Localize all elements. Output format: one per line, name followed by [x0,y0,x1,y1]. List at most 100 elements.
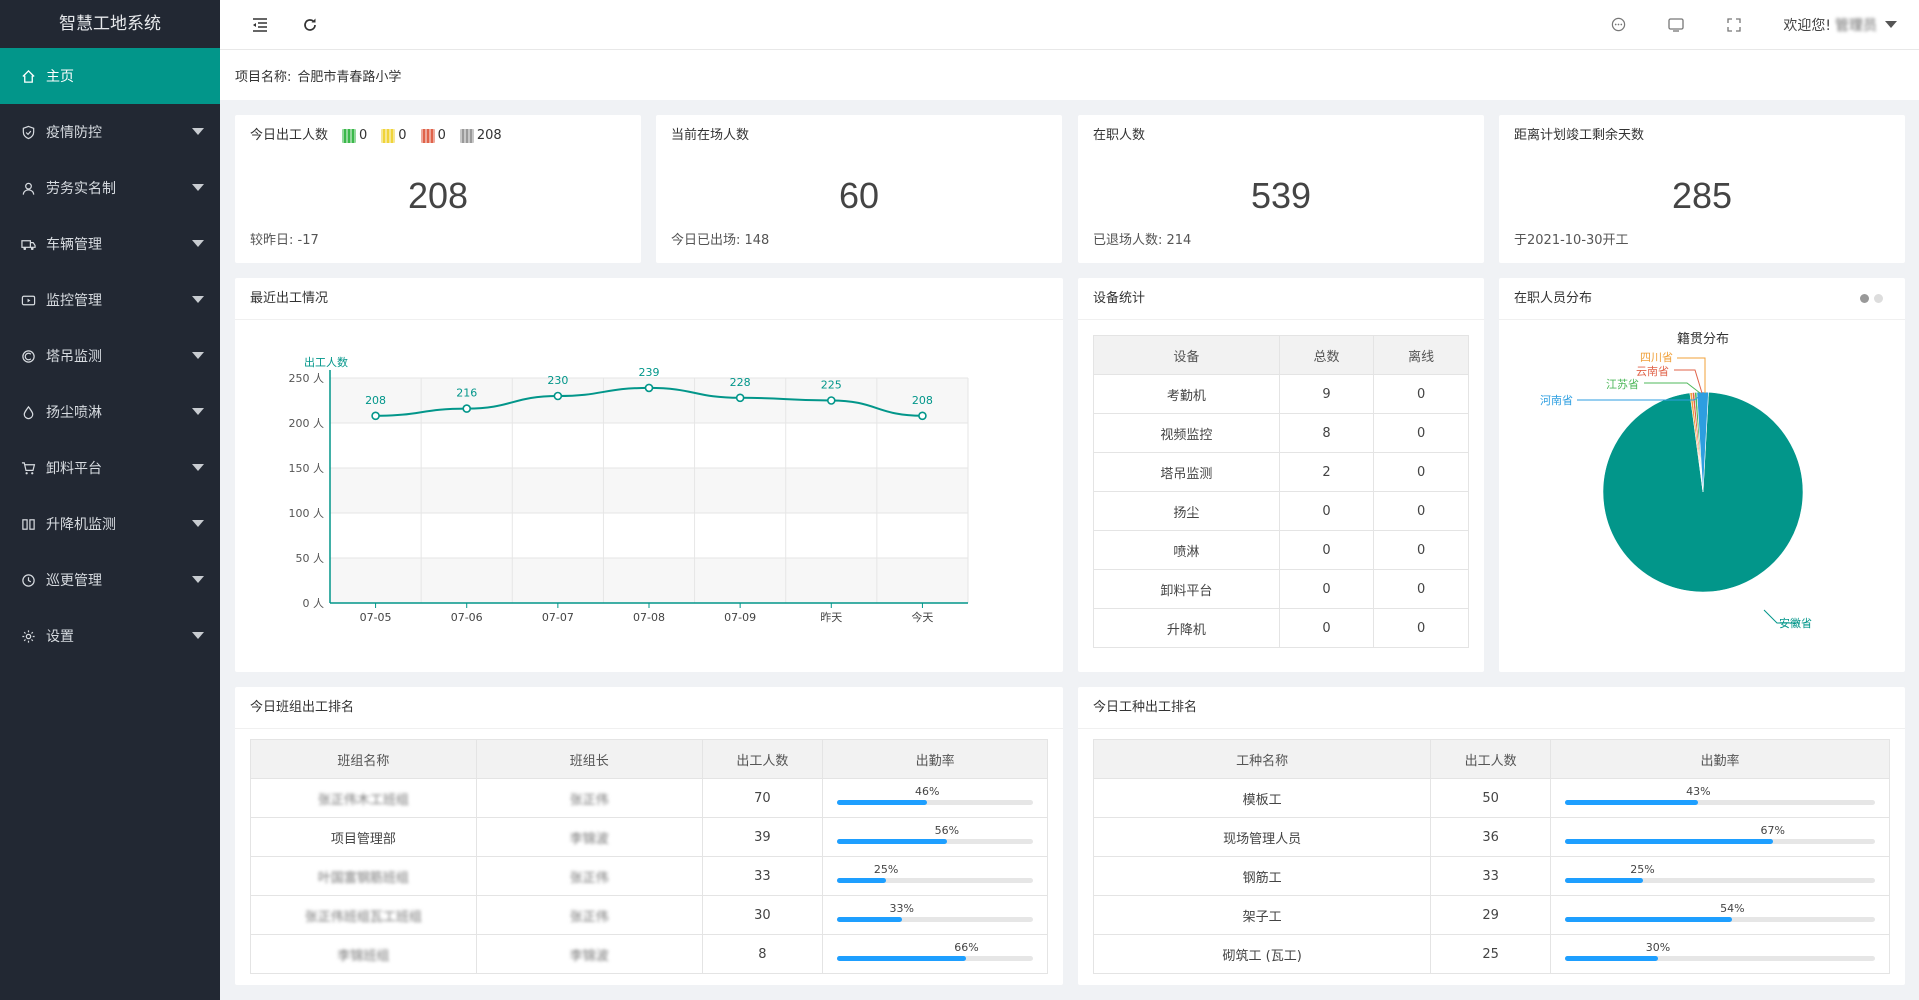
carousel-dots [1855,294,1883,303]
trade-name: 现场管理人员 [1092,817,1432,857]
y-tick-label: 250 人 [289,372,325,385]
team-rank-card: 今日班组出工排名 班组名称 班组长 出工人数 出勤率 张正伟木工班组 张正伟 70 46% 项目… [235,687,1063,985]
table-row: 扬尘 0 0 [1093,491,1469,531]
progress-fill [1565,878,1643,883]
crane-icon [20,348,36,364]
column-header: 出勤率 [1550,739,1890,779]
table-cell: 0 [1278,608,1375,648]
progress-label: 30% [1645,941,1671,954]
table-row: 升降机 0 0 [1093,608,1469,648]
table-cell: 8 [1278,413,1375,453]
team-name: 项目管理部 [250,817,477,857]
table-cell: 升降机 [1093,608,1280,648]
fullscreen-icon[interactable] [1725,16,1743,34]
table-row: 项目管理部 李锦波 39 56% [250,817,1048,857]
data-point[interactable] [918,411,927,421]
team-name-text: 张正伟班组瓦工班组 [304,909,422,925]
stat-card-onsite: 当前在场人数 60 今日已出场: 148 [656,115,1062,263]
team-count: 8 [701,934,824,974]
chevron-down-icon [192,184,204,191]
grid-band [330,423,968,468]
attendance-progress: 30% [1565,941,1876,967]
stat-sub: 今日已出场: 148 [671,233,770,248]
data-point[interactable] [371,411,380,421]
table-cell: 考勤机 [1093,374,1280,414]
device-table: 设备 总数 离线 考勤机 9 0 视频监控 8 0 塔吊监测 2 0 扬尘 0 0 喷淋 0 0 卸料平台 0 0 升降机… [1093,335,1469,648]
screen-icon[interactable] [1667,16,1685,34]
table-cell: 0 [1373,452,1469,492]
attendance-progress: 66% [837,941,1034,967]
sidebar-item-3[interactable]: 车辆管理 [0,216,220,272]
data-point[interactable] [553,391,563,401]
data-point[interactable] [644,383,654,393]
team-leader-text: 张正伟 [569,870,609,886]
team-count: 30 [701,895,824,935]
progress-fill [1565,839,1773,844]
sidebar-item-4[interactable]: 监控管理 [0,272,220,328]
user-menu[interactable]: 欢迎您! 管理员 [1783,15,1897,35]
sidebar-item-5[interactable]: 塔吊监测 [0,328,220,384]
trade-rate: 54% [1550,895,1890,935]
stat-value: 539 [1250,175,1312,216]
sidebar-item-7[interactable]: 卸料平台 [0,440,220,496]
table-row: 模板工 50 43% [1092,778,1890,818]
data-point[interactable] [826,396,836,405]
health-code-count: 0 [420,115,446,157]
table-header-row: 工种名称 出工人数 出勤率 [1092,739,1890,779]
table-cell: 0 [1278,569,1375,609]
refresh-icon[interactable] [300,15,320,35]
table-row: 卸料平台 0 0 [1093,569,1469,609]
table-cell: 视频监控 [1093,413,1280,453]
team-leader-text: 张正伟 [569,909,609,925]
user-icon [20,180,36,196]
column-header: 设备 [1093,335,1280,375]
truck-icon [20,236,36,252]
sidebar: 智慧工地系统 主页 疫情防控 劳务实名制 车辆管理 监控管理 塔吊监测 扬尘喷淋 卸料平台 升降… [0,0,220,1000]
project-label: 项目名称: [235,69,292,85]
sidebar-item-1[interactable]: 疫情防控 [0,104,220,160]
sidebar-item-2[interactable]: 劳务实名制 [0,160,220,216]
sidebar-item-9[interactable]: 巡更管理 [0,552,220,608]
table-row: 砌筑工 (瓦工) 25 30% [1092,934,1890,974]
team-name-text: 张正伟木工班组 [317,792,409,808]
progress-label: 46% [914,785,940,798]
data-point[interactable] [735,393,745,403]
x-tick-label: 07-06 [451,611,483,624]
y-tick-label: 100 人 [289,507,325,520]
carousel-dot[interactable] [1860,294,1869,303]
table-row: 钢筋工 33 25% [1092,856,1890,896]
message-icon[interactable] [1609,16,1627,34]
chevron-down-icon [192,352,204,359]
chevron-down-icon [192,240,204,247]
slice-label: 安徽省 [1779,616,1812,630]
team-count: 70 [701,778,824,818]
team-name-text: 项目管理部 [330,831,396,847]
column-header: 出勤率 [822,739,1048,779]
team-rate: 33% [822,895,1048,935]
carousel-dot[interactable] [1874,294,1883,303]
stat-value: 60 [838,175,880,216]
leader-line [1644,382,1701,394]
sidebar-item-6[interactable]: 扬尘喷淋 [0,384,220,440]
trade-name: 模板工 [1092,778,1432,818]
project-bar: 项目名称: 合肥市青春路小学 [220,50,1919,100]
stat-value: 285 [1671,175,1733,216]
team-name: 张正伟木工班组 [250,778,477,818]
data-point[interactable] [462,404,472,413]
health-code-count: 208 [459,115,502,157]
table-cell: 扬尘 [1093,491,1280,531]
team-name-text: 李锦班组 [337,948,390,964]
code-count: 208 [476,128,502,143]
progress-fill [837,917,902,922]
collapse-menu-icon[interactable] [250,15,270,35]
sidebar-item-8[interactable]: 升降机监测 [0,496,220,552]
table-row: 李锦班组 李锦波 8 66% [250,934,1048,974]
spray-icon [20,404,36,420]
sidebar-item-10[interactable]: 设置 [0,608,220,664]
trade-count: 36 [1430,817,1552,857]
sidebar-item-0[interactable]: 主页 [0,48,220,104]
grid-band [330,558,968,603]
chevron-down-icon [192,464,204,471]
chevron-down-icon [192,408,204,415]
progress-label: 43% [1686,785,1711,798]
